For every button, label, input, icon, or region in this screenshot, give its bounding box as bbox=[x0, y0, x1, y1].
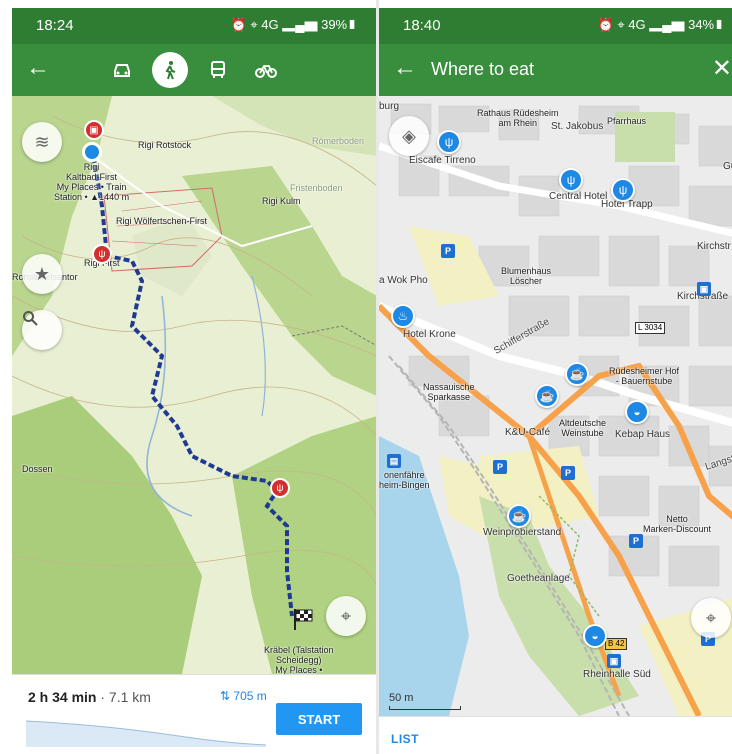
map-label: St. Jakobus bbox=[551, 121, 604, 132]
left-screen: 18:24 ⏰ ⌖ 4G ▂▄▆ 39%▮ ← Rigi Rotstock Rö… bbox=[12, 8, 377, 754]
train-station-pin-icon[interactable]: ▣ bbox=[84, 120, 104, 140]
ferry-icon: ▤ bbox=[387, 454, 401, 468]
map-label: Kebap Haus bbox=[615, 429, 671, 440]
cafe-pin-icon[interactable]: ☕ bbox=[507, 504, 531, 528]
fast-food-pin-icon[interactable]: ◒ bbox=[583, 624, 607, 648]
map-label: Römerboden bbox=[312, 136, 365, 146]
walk-icon[interactable] bbox=[152, 52, 188, 88]
bottom-sheet bbox=[379, 716, 732, 754]
map-label: burg bbox=[379, 101, 400, 112]
parking-icon: P bbox=[629, 534, 643, 548]
back-arrow-icon[interactable]: ← bbox=[393, 56, 417, 80]
status-icons: ⏰ ⌖ 4G ▂▄▆ 39%▮ bbox=[230, 17, 357, 32]
restaurant-pin-icon[interactable]: ψ bbox=[611, 178, 635, 202]
map-label: Pfarrhaus bbox=[607, 116, 647, 126]
restaurant-pin-icon[interactable]: ψ bbox=[270, 478, 290, 498]
parking-icon: P bbox=[441, 244, 455, 258]
list-button[interactable]: LIST bbox=[391, 732, 419, 746]
back-arrow-icon[interactable]: ← bbox=[26, 56, 50, 80]
map-label: Nassauische Sparkasse bbox=[423, 382, 475, 402]
map-label: Rigi Rotstock bbox=[138, 140, 192, 150]
close-icon[interactable]: ✕ bbox=[712, 54, 732, 83]
map-label: onenfähre heim-Bingen bbox=[379, 470, 430, 490]
route-distance: · 7.1 km bbox=[100, 689, 151, 705]
status-bar: 18:24 ⏰ ⌖ 4G ▂▄▆ 39%▮ bbox=[12, 8, 377, 44]
transport-mode-selector bbox=[104, 52, 284, 88]
finish-flag-icon bbox=[292, 608, 316, 630]
bus-stop-icon: ▣ bbox=[697, 282, 711, 296]
route-summary-panel: 2 h 34 min · 7.1 km ⇅ 705 m START bbox=[12, 674, 377, 754]
scale-label: 50 m bbox=[389, 692, 414, 704]
map-label: Goetheanlage bbox=[507, 573, 570, 584]
restaurant-pin-icon[interactable]: ψ bbox=[437, 130, 461, 154]
city-map-canvas bbox=[379, 96, 732, 716]
map-label: Weinprobierstand bbox=[483, 527, 562, 538]
map-label: Dossen bbox=[22, 464, 53, 474]
map-label: Hotel Trapp bbox=[601, 199, 653, 210]
start-button[interactable]: START bbox=[276, 703, 362, 735]
map-label: Central Hotel bbox=[549, 191, 608, 202]
map-label: Rheinhalle Süd bbox=[583, 669, 651, 680]
car-icon[interactable] bbox=[104, 52, 140, 88]
search-icon[interactable] bbox=[22, 310, 62, 350]
map-label: Eiscafe Tirreno bbox=[409, 155, 476, 166]
map-label: Guts bbox=[723, 161, 732, 172]
current-location-dot-icon bbox=[82, 142, 102, 162]
road-badge: L 3034 bbox=[635, 322, 666, 334]
my-location-icon[interactable]: ⌖ bbox=[326, 596, 366, 636]
map-label: K&U-Café bbox=[505, 427, 551, 438]
map-label: Rathaus Rüdesheim am Rhein bbox=[477, 108, 559, 128]
page-title: Where to eat bbox=[431, 59, 535, 79]
parking-icon: P bbox=[493, 460, 507, 474]
cafe-pin-icon[interactable]: ☕ bbox=[565, 362, 589, 386]
map-label: Blumenhaus Löscher bbox=[501, 266, 552, 286]
status-icons: ⏰ ⌖ 4G ▂▄▆ 34%▮ bbox=[597, 17, 724, 32]
my-location-icon[interactable]: ⌖ bbox=[691, 598, 731, 638]
status-time: 18:40 bbox=[403, 17, 441, 34]
map-label: Altdeutsche Weinstube bbox=[559, 418, 607, 438]
food-court-pin-icon[interactable]: ♨ bbox=[391, 304, 415, 328]
map-label: Fristenboden bbox=[290, 183, 343, 193]
layers-icon[interactable]: ◈ bbox=[389, 116, 429, 156]
elevation-gain: ⇅ 705 m bbox=[220, 689, 267, 703]
search-app-bar: ← Where to eat ✕ bbox=[379, 44, 732, 96]
bus-stop-icon: ▣ bbox=[607, 654, 621, 668]
map-label: Rüdesheimer Hof - Bauernstube bbox=[609, 366, 680, 386]
route-app-bar: ← bbox=[12, 44, 377, 96]
fast-food-pin-icon[interactable]: ◒ bbox=[625, 400, 649, 424]
map-label: Kirchstr bbox=[697, 241, 731, 252]
map-label: Rigi Kaltbad-First My Places • Train Sta… bbox=[54, 162, 130, 202]
bus-icon[interactable] bbox=[200, 52, 236, 88]
map-label: Rigi Kulm bbox=[262, 196, 301, 206]
right-screen: 18:40 ⏰ ⌖ 4G ▂▄▆ 34%▮ ← Where to eat ✕ b… bbox=[379, 8, 732, 754]
favorites-star-icon[interactable]: ★ bbox=[22, 254, 62, 294]
status-bar: 18:40 ⏰ ⌖ 4G ▂▄▆ 34%▮ bbox=[379, 8, 732, 44]
road-badge: B 42 bbox=[605, 638, 628, 650]
parking-icon: P bbox=[561, 466, 575, 480]
hiking-map[interactable]: Rigi Rotstock Römerboden Fristenboden Ri… bbox=[12, 96, 377, 685]
map-label: Netto Marken-Discount bbox=[643, 514, 712, 534]
map-label: Rigi Wölfertschen-First bbox=[116, 216, 208, 226]
map-label: Hotel Krone bbox=[403, 329, 456, 340]
bike-icon[interactable] bbox=[248, 52, 284, 88]
scale-bar bbox=[389, 706, 461, 710]
restaurant-pin-icon[interactable]: ψ bbox=[92, 244, 112, 264]
layers-icon[interactable]: ≋ bbox=[22, 122, 62, 162]
elevation-profile bbox=[26, 720, 266, 747]
cafe-pin-icon[interactable]: ☕ bbox=[535, 384, 559, 408]
city-map[interactable]: burg Rathaus Rüdesheim am Rhein St. Jako… bbox=[379, 96, 732, 716]
map-label: a Wok Pho bbox=[379, 275, 428, 286]
status-time: 18:24 bbox=[36, 17, 74, 34]
route-duration: 2 h 34 min · 7.1 km bbox=[28, 689, 151, 705]
restaurant-pin-icon[interactable]: ψ bbox=[559, 168, 583, 192]
